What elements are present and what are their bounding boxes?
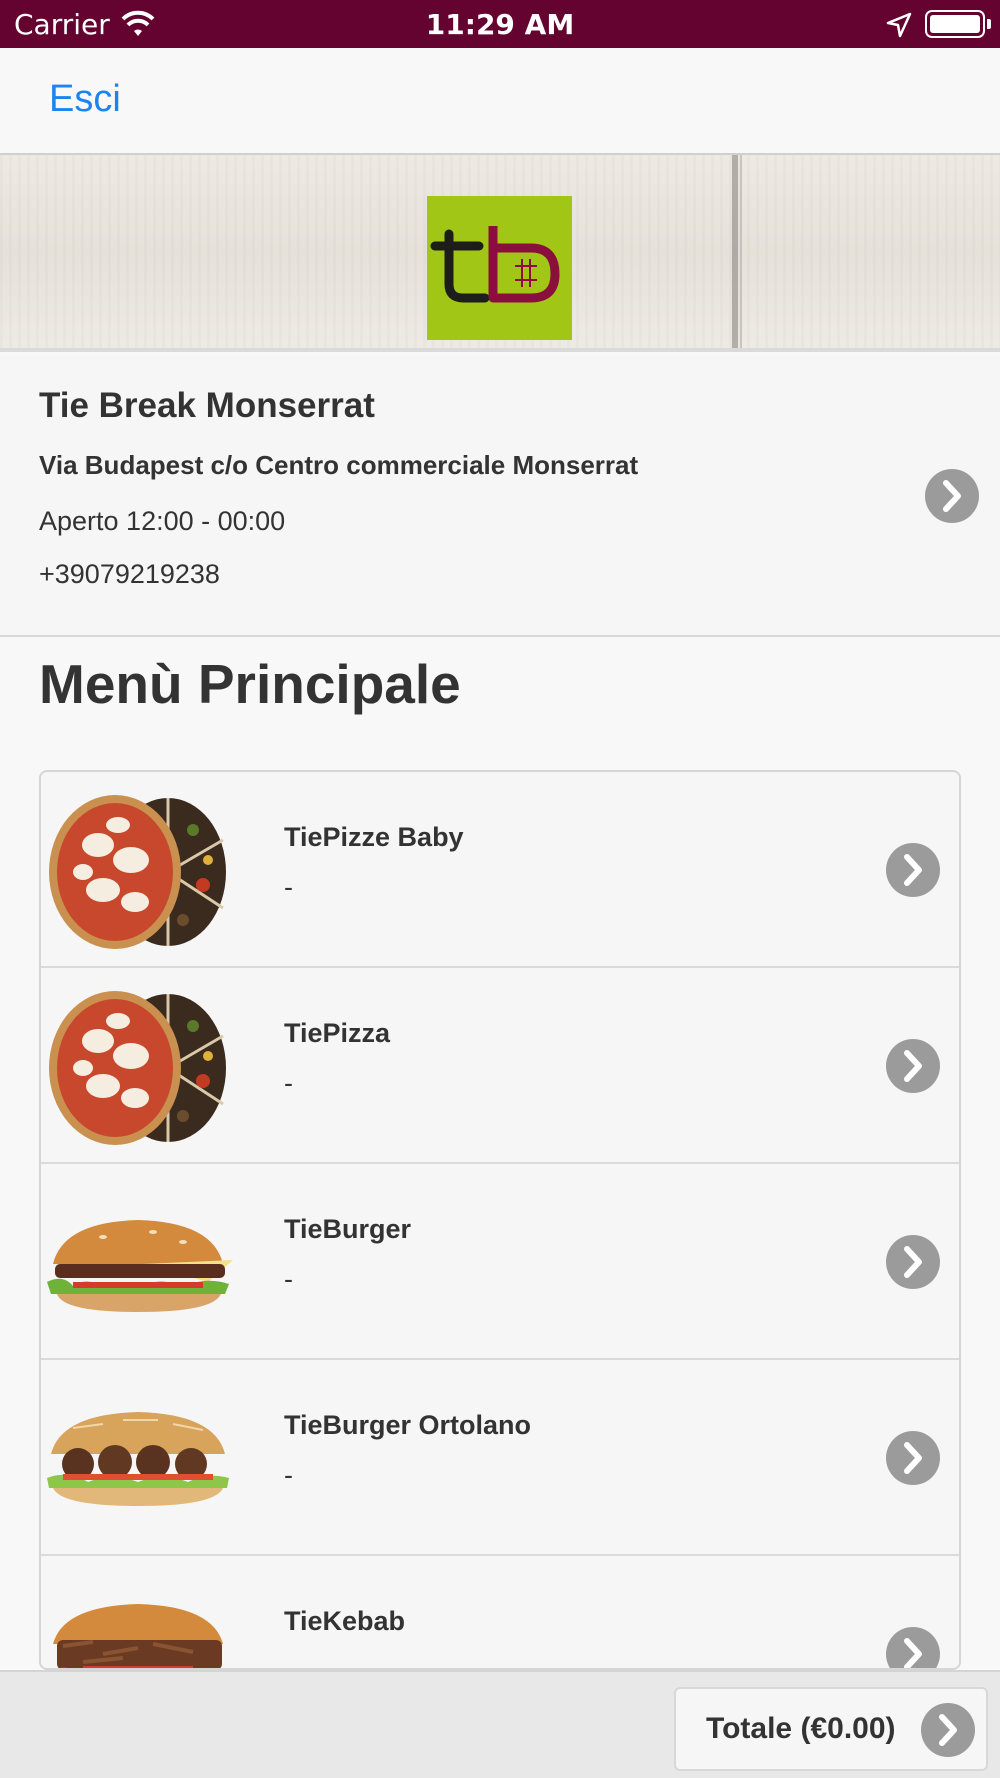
battery-icon: [925, 10, 985, 38]
nav-bar: Esci: [0, 48, 1000, 155]
menu-item-title: TiePizze Baby: [284, 822, 464, 852]
burger-image: [47, 1220, 233, 1312]
clock: 11:29 AM: [425, 8, 575, 41]
chevron-right-icon[interactable]: [925, 469, 979, 523]
menu-list: TiePizze Baby - TiePizza - TieBurger - T…: [39, 770, 961, 1670]
chevron-right-icon[interactable]: [886, 1431, 940, 1485]
pizza-image: [49, 795, 226, 949]
wood-plank-divider: [740, 155, 742, 348]
menu-item-title: TieBurger Ortolano: [284, 1410, 532, 1440]
total-label: Totale (€0.00): [706, 1712, 896, 1745]
menu-item-description: -: [284, 1068, 293, 1098]
menu-item-tiekebab[interactable]: TieKebab -: [41, 1556, 959, 1668]
menu-item-description: -: [284, 872, 293, 902]
chevron-right-icon[interactable]: [886, 1627, 940, 1668]
hero-banner: [0, 155, 1000, 352]
store-logo: [427, 196, 572, 340]
location-arrow-icon: [886, 12, 912, 38]
menu-item-title: TieKebab: [284, 1606, 406, 1636]
store-address: Via Budapest c/o Centro commerciale Mons…: [39, 450, 639, 480]
chevron-right-icon[interactable]: [886, 1235, 940, 1289]
menu-item-tieburger-ortolano[interactable]: TieBurger Ortolano -: [41, 1360, 959, 1556]
store-info[interactable]: Tie Break Monserrat Via Budapest c/o Cen…: [0, 356, 1000, 637]
menu-item-description: -: [284, 1656, 293, 1668]
menu-item-description: -: [284, 1264, 293, 1294]
menu-item-tieburger[interactable]: TieBurger -: [41, 1164, 959, 1360]
cart-footer: Totale (€0.00): [0, 1670, 1000, 1778]
chevron-right-icon[interactable]: [886, 843, 940, 897]
checkout-total-button[interactable]: Totale (€0.00): [674, 1687, 988, 1771]
store-phone[interactable]: +39079219238: [39, 559, 220, 590]
status-bar: Carrier 11:29 AM: [0, 0, 1000, 48]
exit-button[interactable]: Esci: [49, 78, 121, 121]
menu-item-title: TiePizza: [284, 1018, 391, 1048]
menu-item-tiepizza[interactable]: TiePizza -: [41, 968, 959, 1164]
store-hours: Aperto 12:00 - 00:00: [39, 506, 286, 536]
menu-item-description: -: [284, 1460, 293, 1490]
wood-plank-divider: [732, 155, 738, 348]
battery-tip: [987, 19, 991, 29]
veggie-burger-image: [47, 1412, 229, 1506]
pizza-image: [49, 991, 226, 1145]
chevron-right-icon[interactable]: [921, 1703, 975, 1757]
chevron-right-icon[interactable]: [886, 1039, 940, 1093]
store-name: Tie Break Monserrat: [39, 386, 375, 425]
menu-item-title: TieBurger: [284, 1214, 412, 1244]
kebab-image: [53, 1604, 223, 1668]
menu-item-tiepizze-baby[interactable]: TiePizze Baby -: [41, 772, 959, 968]
menu-title: Menù Principale: [39, 653, 461, 715]
